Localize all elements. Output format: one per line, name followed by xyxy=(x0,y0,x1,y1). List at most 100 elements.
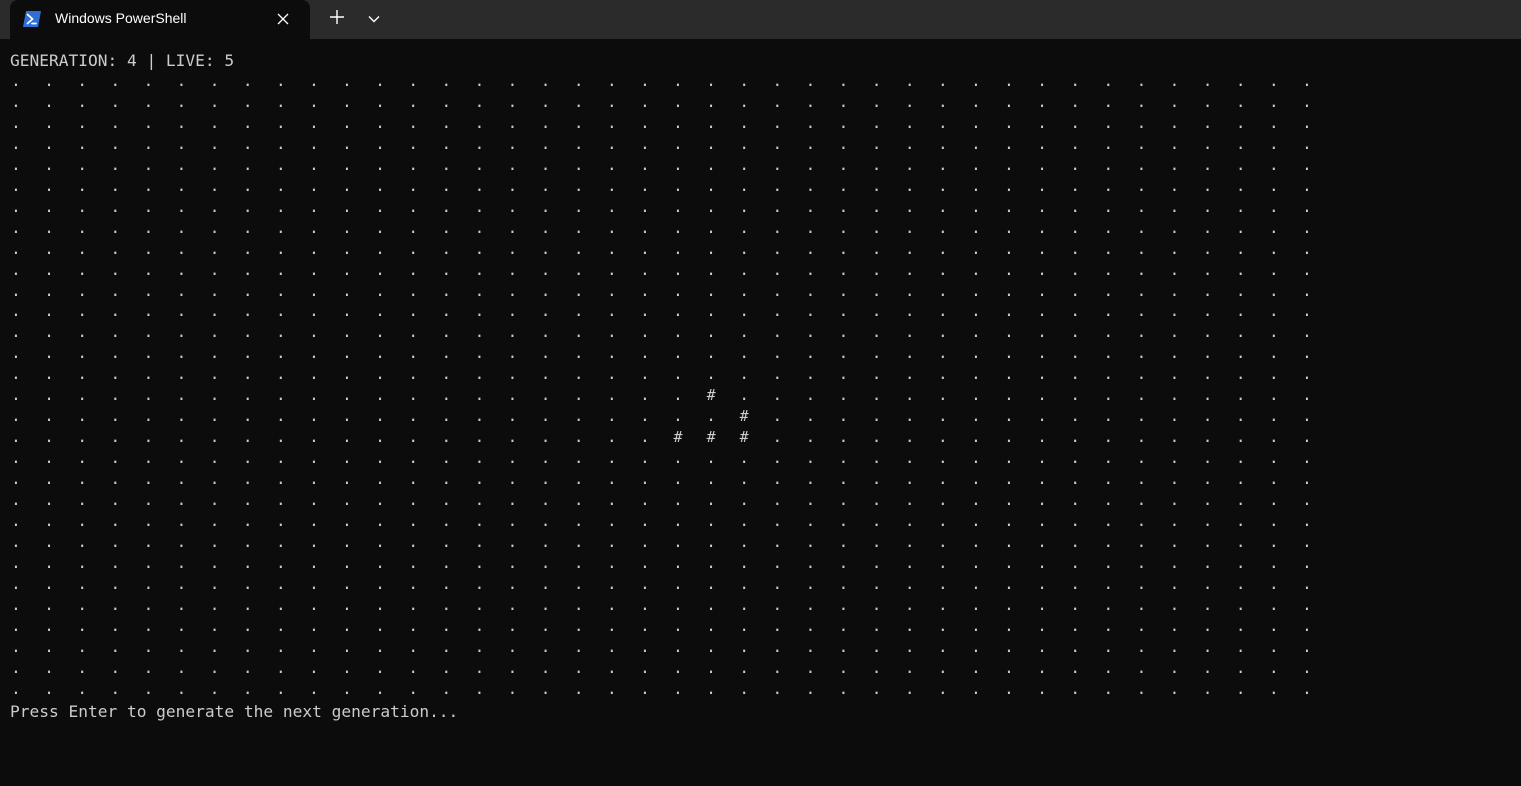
dead-cell: . xyxy=(772,385,783,405)
dead-cell: . xyxy=(209,133,220,153)
dead-cell: . xyxy=(44,552,54,572)
dead-cell: . xyxy=(408,594,418,614)
dead-cell: . xyxy=(772,573,783,593)
dead-cell: . xyxy=(540,259,551,279)
dead-cell: . xyxy=(309,112,319,132)
dead-cell: . xyxy=(1202,678,1213,698)
dead-cell: . xyxy=(573,175,584,195)
dead-cell: . xyxy=(838,364,849,384)
dead-cell: . xyxy=(441,594,452,614)
dead-cell: . xyxy=(1268,573,1279,593)
dead-cell: . xyxy=(871,259,882,279)
dead-cell: . xyxy=(441,678,452,698)
new-tab-button[interactable] xyxy=(323,6,351,32)
dead-cell: . xyxy=(871,364,882,384)
dead-cell: . xyxy=(673,573,683,593)
dead-cell: . xyxy=(110,301,121,321)
dead-cell: . xyxy=(143,385,154,405)
dead-cell: . xyxy=(408,385,418,405)
dead-cell: . xyxy=(11,385,21,405)
dead-cell: . xyxy=(1235,238,1246,258)
dead-cell: . xyxy=(1169,678,1180,698)
dead-cell: . xyxy=(1268,636,1279,656)
dead-cell: . xyxy=(540,594,551,614)
dead-cell: . xyxy=(772,510,783,530)
dead-cell: . xyxy=(143,71,154,90)
dead-cell: . xyxy=(739,175,749,195)
dead-cell: . xyxy=(838,196,849,216)
dead-cell: . xyxy=(706,364,716,384)
dead-cell: . xyxy=(838,531,849,551)
dead-cell: . xyxy=(209,322,220,342)
dead-cell: . xyxy=(673,91,683,111)
dead-cell: . xyxy=(275,552,286,572)
dead-cell: . xyxy=(1169,385,1180,405)
dead-cell: . xyxy=(1070,154,1080,174)
dead-cell: . xyxy=(342,469,352,489)
dead-cell: . xyxy=(904,636,915,656)
tab-dropdown-button[interactable] xyxy=(361,6,387,32)
dead-cell: . xyxy=(44,259,54,279)
dead-cell: . xyxy=(242,301,253,321)
dead-cell: . xyxy=(971,196,981,216)
dead-cell: . xyxy=(275,427,286,447)
dead-cell: . xyxy=(176,322,187,342)
dead-cell: . xyxy=(706,71,716,90)
dead-cell: . xyxy=(1037,133,1047,153)
dead-cell: . xyxy=(309,490,319,509)
dead-cell: . xyxy=(904,657,915,677)
tab-windows-powershell[interactable]: Windows PowerShell xyxy=(10,0,310,39)
dead-cell: . xyxy=(1103,531,1114,551)
dead-cell: . xyxy=(11,343,21,363)
dead-cell: . xyxy=(342,448,352,468)
dead-cell: . xyxy=(805,364,816,384)
dead-cell: . xyxy=(1169,322,1180,342)
dead-cell: . xyxy=(540,154,551,174)
dead-cell: . xyxy=(507,469,518,489)
dead-cell: . xyxy=(209,657,220,677)
dead-cell: . xyxy=(44,301,54,321)
dead-cell: . xyxy=(375,322,385,342)
dead-cell: . xyxy=(1136,657,1147,677)
dead-cell: . xyxy=(1070,133,1080,153)
dead-cell: . xyxy=(143,238,154,258)
dead-cell: . xyxy=(1103,71,1114,90)
dead-cell: . xyxy=(1004,112,1014,132)
terminal-output[interactable]: GENERATION: 4 | LIVE: 5 ................… xyxy=(0,39,1521,786)
dead-cell: . xyxy=(1037,343,1047,363)
dead-cell: . xyxy=(1169,657,1180,677)
dead-cell: . xyxy=(1202,490,1213,509)
dead-cell: . xyxy=(1202,280,1213,300)
dead-cell: . xyxy=(408,636,418,656)
dead-cell: . xyxy=(1235,594,1246,614)
dead-cell: . xyxy=(209,594,220,614)
dead-cell: . xyxy=(1070,573,1080,593)
dead-cell: . xyxy=(143,154,154,174)
dead-cell: . xyxy=(275,112,286,132)
dead-cell: . xyxy=(1070,343,1080,363)
dead-cell: . xyxy=(1302,343,1312,363)
dead-cell: . xyxy=(937,343,948,363)
close-icon[interactable] xyxy=(272,8,294,30)
dead-cell: . xyxy=(1004,531,1014,551)
dead-cell: . xyxy=(971,406,981,426)
dead-cell: . xyxy=(408,573,418,593)
dead-cell: . xyxy=(209,91,220,111)
dead-cell: . xyxy=(176,406,187,426)
dead-cell: . xyxy=(507,615,518,635)
dead-cell: . xyxy=(110,406,121,426)
dead-cell: . xyxy=(971,71,981,90)
dead-cell: . xyxy=(673,259,683,279)
dead-cell: . xyxy=(706,636,716,656)
dead-cell: . xyxy=(110,531,121,551)
dead-cell: . xyxy=(342,196,352,216)
dead-cell: . xyxy=(1202,196,1213,216)
dead-cell: . xyxy=(1169,196,1180,216)
dead-cell: . xyxy=(573,448,584,468)
dead-cell: . xyxy=(77,636,87,656)
dead-cell: . xyxy=(739,385,749,405)
dead-cell: . xyxy=(606,217,617,237)
dead-cell: . xyxy=(143,427,154,447)
dead-cell: . xyxy=(441,385,452,405)
dead-cell: . xyxy=(640,552,650,572)
